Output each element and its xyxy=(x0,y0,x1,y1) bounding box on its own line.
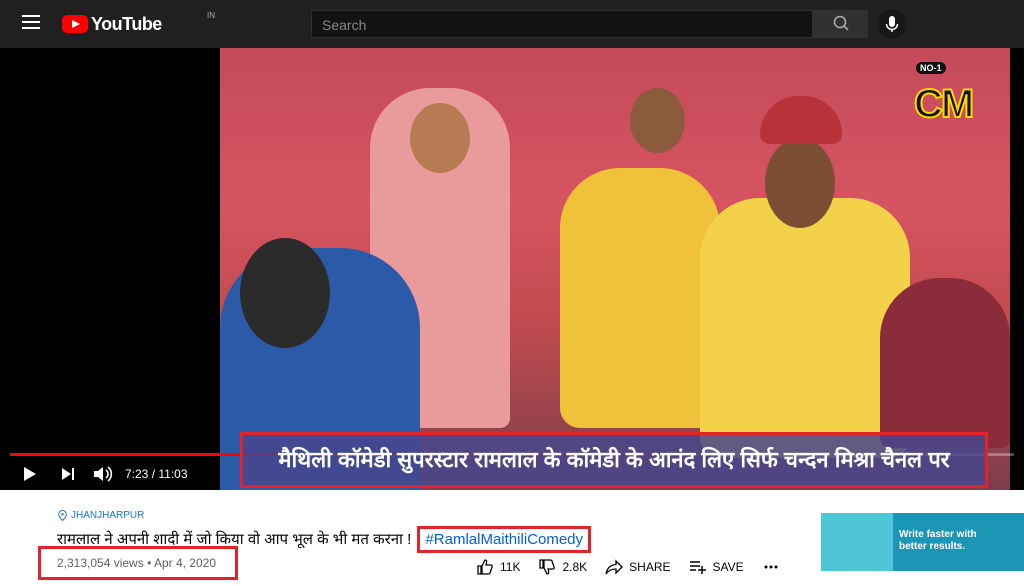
video-player[interactable]: NO-1 CM 7:23 / 11:03 xyxy=(0,48,1024,490)
play-icon xyxy=(24,467,36,481)
search-icon xyxy=(833,15,849,31)
upload-date: Apr 4, 2020 xyxy=(153,556,216,570)
share-label: SHARE xyxy=(629,560,671,574)
youtube-play-logo-icon xyxy=(62,15,88,33)
caption-overlay: मैथिली कॉमेडी सुपरस्टार रामलाल के कॉमेडी… xyxy=(240,432,988,488)
watermark-text: CM xyxy=(913,81,975,127)
share-icon xyxy=(605,559,624,575)
location-text: JHANJHARPUR xyxy=(71,510,145,521)
next-icon xyxy=(62,468,74,480)
search-placeholder: Search xyxy=(322,17,367,33)
separator: • xyxy=(147,556,154,570)
volume-button[interactable] xyxy=(92,463,114,485)
ad-line-1: Write faster with xyxy=(899,529,977,540)
thumbs-down-icon xyxy=(539,559,556,575)
more-actions-button[interactable] xyxy=(762,558,786,576)
location-pin-icon xyxy=(58,510,67,521)
search-button[interactable] xyxy=(813,10,868,38)
ad-banner[interactable]: Write faster with better results. xyxy=(821,513,1024,571)
location-link[interactable]: JHANJHARPUR xyxy=(58,510,144,521)
hamburger-menu-icon[interactable] xyxy=(22,15,40,29)
channel-watermark-logo: NO-1 CM xyxy=(902,60,992,130)
ad-illustration xyxy=(821,513,893,571)
action-bar: 11K 2.8K SHARE SAVE xyxy=(476,558,804,576)
hashtag-link[interactable]: #RamlalMaithiliComedy xyxy=(417,526,592,553)
view-count-date: 2,313,054 views • Apr 4, 2020 xyxy=(38,546,238,580)
video-info: JHANJHARPUR रामलाल ने अपनी शादी में जो क… xyxy=(0,490,1024,586)
more-horiz-icon xyxy=(764,565,778,569)
dislike-button[interactable]: 2.8K xyxy=(538,558,587,576)
voice-search-button[interactable] xyxy=(877,9,907,39)
view-count: 2,313,054 views xyxy=(57,556,144,570)
like-count: 11K xyxy=(500,560,521,574)
ad-text: Write faster with better results. xyxy=(899,529,977,553)
masthead: YouTube IN Search xyxy=(0,0,1024,48)
playlist-add-icon xyxy=(689,561,706,574)
ad-line-2: better results. xyxy=(899,541,966,552)
search-input[interactable]: Search xyxy=(311,10,813,38)
country-code: IN xyxy=(207,11,215,20)
thumbs-up-icon xyxy=(477,559,493,575)
microphone-icon xyxy=(885,16,899,32)
youtube-logo[interactable]: YouTube IN xyxy=(62,11,215,35)
logo-text: YouTube xyxy=(91,13,162,34)
save-label: SAVE xyxy=(712,560,744,574)
play-button[interactable] xyxy=(22,463,38,485)
next-button[interactable] xyxy=(60,463,76,485)
share-button[interactable]: SHARE xyxy=(605,558,671,576)
dislike-count: 2.8K xyxy=(562,560,588,574)
like-button[interactable]: 11K xyxy=(476,558,520,576)
save-button[interactable]: SAVE xyxy=(689,558,744,576)
volume-icon xyxy=(94,466,113,482)
time-display: 7:23 / 11:03 xyxy=(125,467,188,481)
video-frame[interactable]: NO-1 CM xyxy=(220,48,1010,490)
watermark-badge: NO-1 xyxy=(916,62,946,74)
